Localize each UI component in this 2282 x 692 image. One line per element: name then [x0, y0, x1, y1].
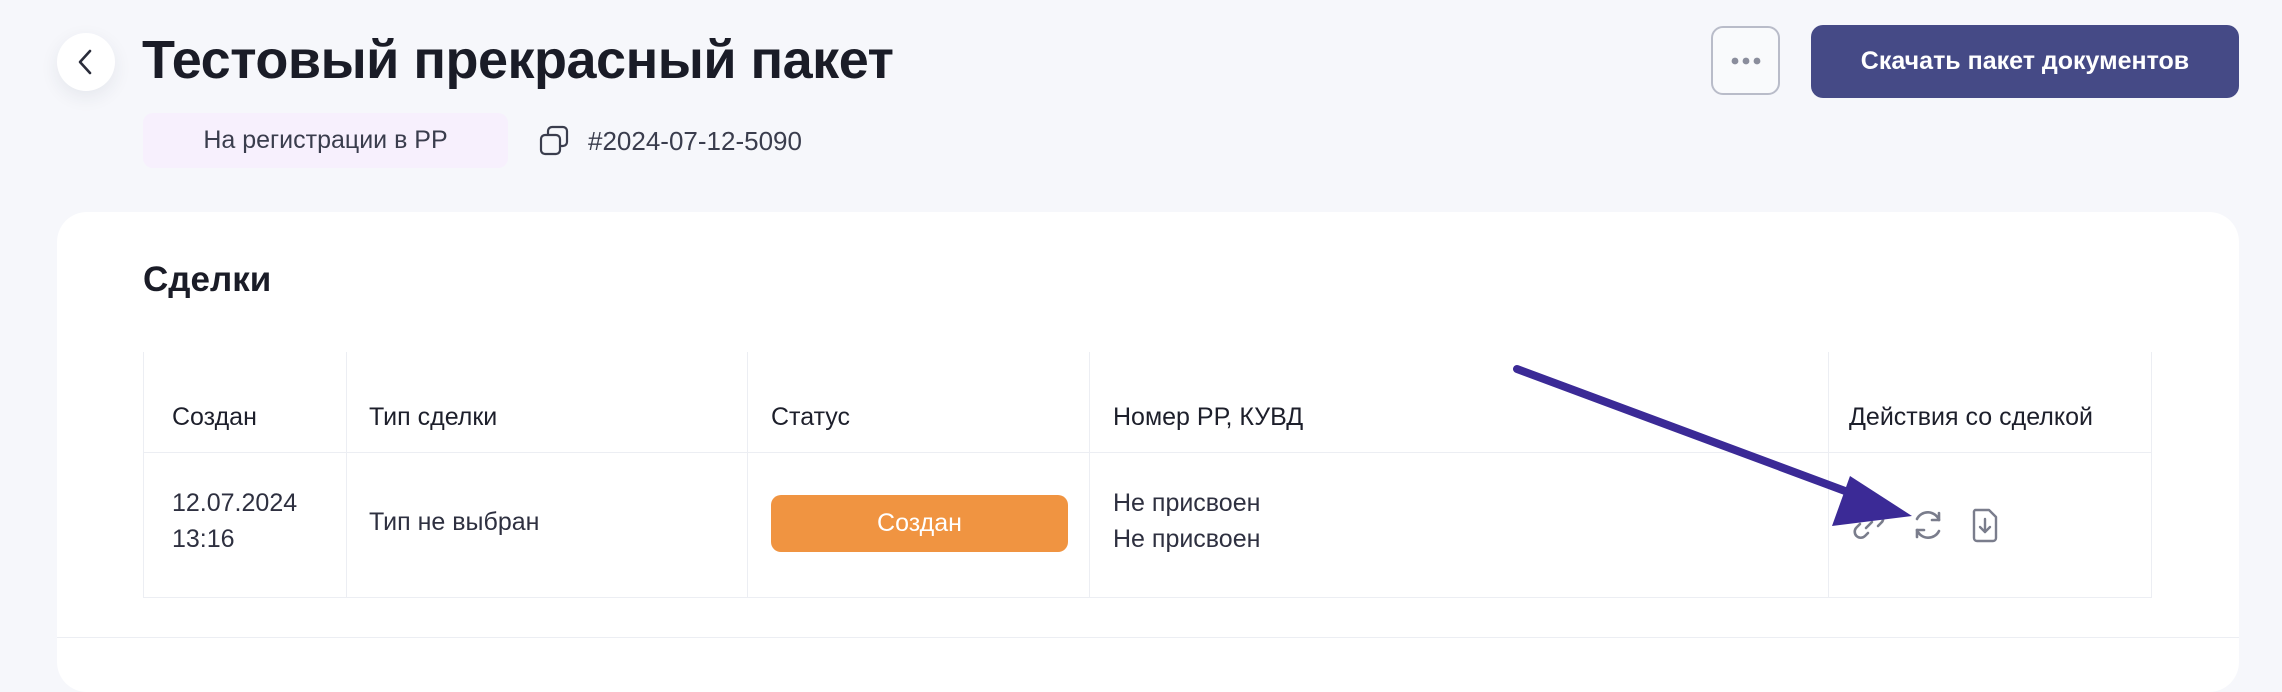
page-title: Тестовый прекрасный пакет: [142, 30, 894, 90]
chevron-left-icon: [78, 49, 92, 75]
deal-status-badge: Создан: [771, 495, 1068, 552]
column-header-actions: Действия со сделкой: [1849, 403, 2093, 431]
column-divider: [747, 352, 748, 597]
created-time: 13:16: [172, 525, 235, 553]
column-divider: [1828, 352, 1829, 597]
deals-table: Создан Тип сделки Статус Номер РР, КУВД …: [143, 352, 2152, 598]
link-icon[interactable]: [1849, 505, 1889, 545]
package-id: #2024-07-12-5090: [588, 126, 802, 156]
more-options-button[interactable]: [1711, 26, 1780, 95]
section-title: Сделки: [143, 260, 272, 299]
download-document-icon[interactable]: [1965, 505, 2005, 545]
column-divider: [2151, 352, 2152, 597]
ellipsis-icon: [1731, 57, 1760, 64]
column-divider: [1089, 352, 1090, 597]
card-divider: [57, 637, 2239, 638]
column-header-deal-type: Тип сделки: [369, 403, 498, 431]
rr-number: Не присвоен: [1113, 489, 1261, 517]
column-header-created: Создан: [172, 403, 257, 431]
column-divider: [143, 352, 144, 597]
copy-icon[interactable]: [537, 124, 571, 158]
column-header-status: Статус: [771, 403, 851, 431]
download-package-button[interactable]: Скачать пакет документов: [1811, 25, 2239, 98]
header-row-divider: [143, 452, 2152, 453]
back-button[interactable]: [57, 33, 115, 91]
deals-card: Сделки Создан Тип сделки Статус Номер РР…: [57, 212, 2239, 692]
kuvd-number: Не присвоен: [1113, 525, 1261, 553]
deal-type: Тип не выбран: [369, 508, 540, 536]
column-divider: [346, 352, 347, 597]
refresh-icon[interactable]: [1908, 505, 1948, 545]
created-date: 12.07.2024: [172, 489, 298, 517]
status-chip: На регистрации в РР: [143, 113, 508, 168]
column-header-rr-number: Номер РР, КУВД: [1113, 403, 1304, 431]
